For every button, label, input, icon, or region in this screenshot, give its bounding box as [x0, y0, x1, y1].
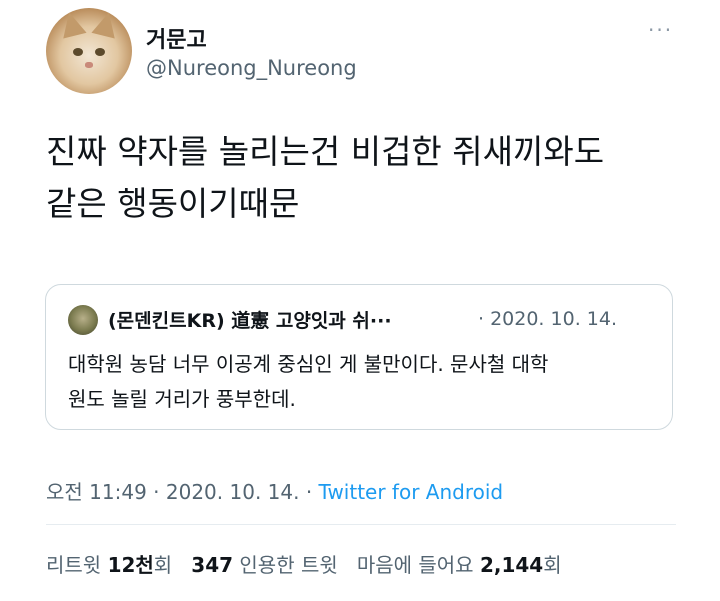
cat-eye-right	[95, 48, 105, 56]
cat-nose	[85, 62, 93, 68]
retweets-count: 12천	[107, 553, 154, 577]
quote-tweets-stat[interactable]: 347 인용한 트윗	[191, 553, 337, 577]
cat-ear-left	[57, 9, 87, 39]
tweet-metadata: 오전 11:49 · 2020. 10. 14. · Twitter for A…	[46, 476, 503, 505]
quoted-tweet-text-line: 원도 놀릴 거리가 풍부한데.	[68, 387, 296, 411]
quoted-tweet-card[interactable]: (몬덴킨트KR) 道憲 고양잇과 쉬··· · 2020. 10. 14. 대학…	[45, 284, 673, 430]
likes-count: 2,144	[479, 553, 544, 577]
retweets-unit: 회	[153, 553, 173, 577]
tweet-time[interactable]: 오전 11:49	[46, 480, 147, 504]
quoted-author-avatar-icon	[68, 305, 98, 335]
cat-eye-left	[73, 48, 83, 56]
meta-separator: ·	[299, 480, 319, 504]
tweet-date[interactable]: 2020. 10. 14.	[166, 480, 300, 504]
retweets-stat[interactable]: 리트윗 12천회	[46, 553, 172, 577]
quoted-author-name: (몬덴킨트KR) 道憲 고양잇과 쉬···	[108, 310, 392, 332]
likes-unit: 회	[543, 553, 562, 577]
tweet-text: 진짜 약자를 놀리는건 비겁한 쥐새끼와도 같은 행동이기때문	[46, 126, 696, 230]
quote-tweets-label: 인용한 트윗	[233, 553, 338, 577]
quoted-tweet-date: · 2020. 10. 14.	[478, 308, 617, 330]
more-options-icon[interactable]: ···	[648, 18, 673, 42]
tweet-text-line: 진짜 약자를 놀리는건 비겁한 쥐새끼와도	[46, 132, 605, 171]
cat-ear-right	[91, 9, 121, 39]
quote-tweets-count: 347	[191, 553, 234, 577]
likes-label: 마음에 들어요	[356, 553, 480, 577]
likes-stat[interactable]: 마음에 들어요 2,144회	[357, 553, 562, 577]
author-handle[interactable]: @Nureong_Nureong	[146, 56, 357, 80]
profile-avatar-cat-icon[interactable]	[46, 8, 132, 94]
tweet-stats: 리트윗 12천회 347 인용한 트윗 마음에 들어요 2,144회	[46, 549, 562, 578]
quoted-tweet-text: 대학원 농담 너무 이공계 중심인 게 불만이다. 문사철 대학 원도 놀릴 거…	[68, 347, 658, 417]
retweets-label: 리트윗	[46, 553, 108, 577]
author-display-name[interactable]: 거문고	[146, 22, 207, 54]
divider	[46, 524, 676, 525]
meta-separator: ·	[146, 480, 166, 504]
quoted-tweet-text-line: 대학원 농담 너무 이공계 중심인 게 불만이다. 문사철 대학	[68, 352, 549, 376]
tweet-source-link[interactable]: Twitter for Android	[319, 480, 504, 504]
tweet-text-line: 같은 행동이기때문	[46, 184, 300, 223]
